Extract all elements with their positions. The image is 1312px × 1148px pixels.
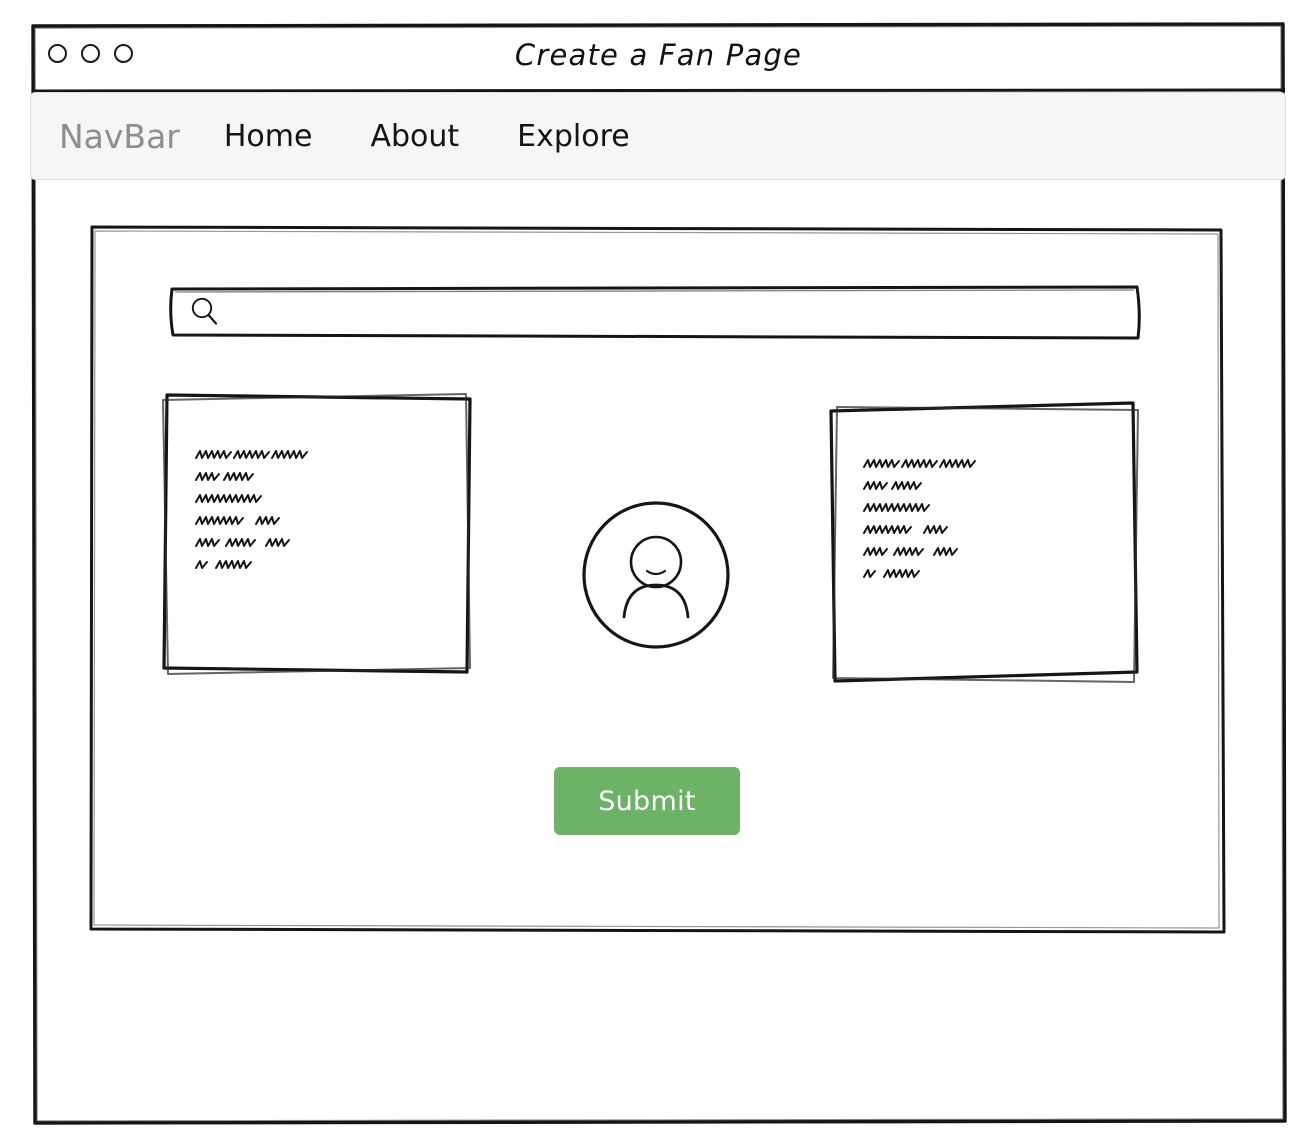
search-icon — [191, 297, 218, 325]
search-input[interactable] — [232, 292, 1112, 332]
content-panel: Submit — [88, 224, 1226, 936]
nav-link-home[interactable]: Home — [224, 119, 313, 154]
text-card-left[interactable] — [160, 391, 472, 676]
user-avatar-icon[interactable] — [580, 499, 732, 651]
navbar: NavBar Home About Explore — [30, 92, 1286, 180]
card-right-placeholder-text — [862, 455, 1112, 595]
window-title: Create a Fan Page — [514, 38, 803, 72]
submit-button[interactable]: Submit — [554, 767, 740, 835]
navbar-brand: NavBar — [59, 116, 180, 156]
browser-window: Create a Fan Page NavBar Home About Expl… — [30, 22, 1287, 1125]
search-bar[interactable] — [166, 284, 1143, 340]
nav-link-about[interactable]: About — [370, 119, 459, 154]
card-left-placeholder-text — [194, 446, 444, 586]
nav-link-explore[interactable]: Explore — [517, 119, 630, 154]
title-bar: Create a Fan Page — [30, 22, 1287, 93]
text-card-right[interactable] — [828, 400, 1140, 685]
